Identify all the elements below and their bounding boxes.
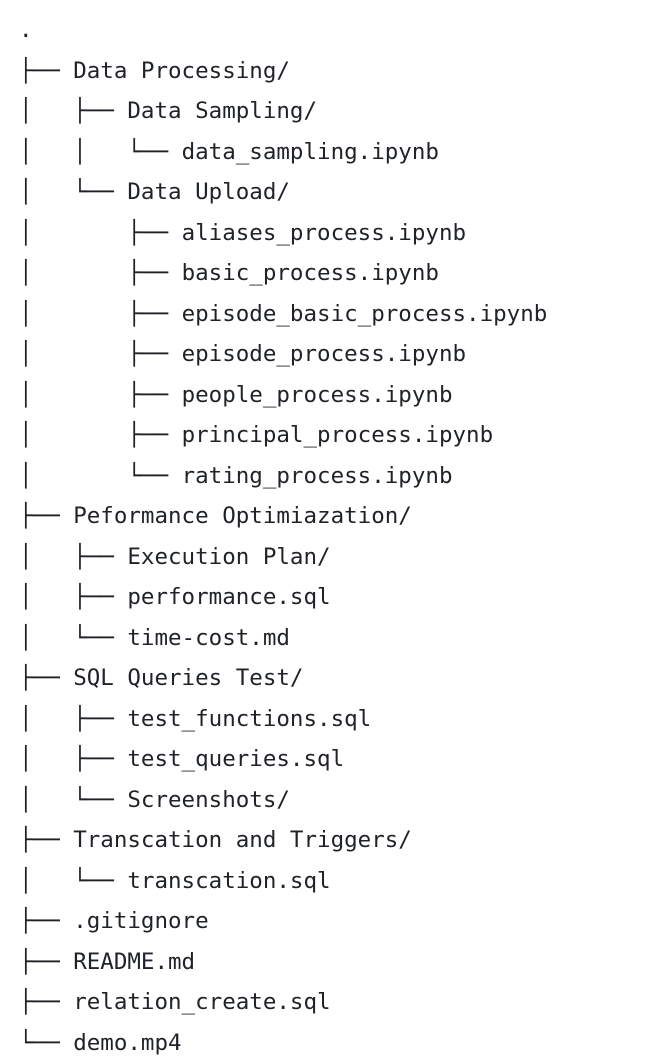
tree-guide: │ ├──	[19, 294, 182, 335]
tree-guide: │ └──	[19, 780, 127, 821]
folder-data-upload: Data Upload/	[127, 172, 290, 213]
tree-guide: │ ├──	[19, 739, 127, 780]
folder-data-processing: Data Processing/	[73, 51, 290, 92]
file-performance-sql: performance.sql	[127, 577, 330, 618]
tree-line: ├── Data Processing/	[0, 51, 646, 92]
tree-line: │ └── Screenshots/	[0, 780, 646, 821]
tree-line: └── demo.mp4	[0, 1023, 646, 1063]
file-readme-md: README.md	[73, 942, 195, 983]
tree-line: │ └── time-cost.md	[0, 618, 646, 659]
folder-screenshots: Screenshots/	[127, 780, 290, 821]
folder-execution-plan: Execution Plan/	[127, 537, 330, 578]
tree-line: │ ├── performance.sql	[0, 577, 646, 618]
tree-line: │ ├── test_queries.sql	[0, 739, 646, 780]
folder-performance-optimization: Peformance Optimiazation/	[73, 496, 412, 537]
file-gitignore: .gitignore	[73, 901, 208, 942]
folder-transaction-triggers: Transcation and Triggers/	[73, 820, 412, 861]
tree-line: ├── Peformance Optimiazation/	[0, 496, 646, 537]
tree-line: │ ├── principal_process.ipynb	[0, 415, 646, 456]
file-data-sampling-ipynb: data_sampling.ipynb	[182, 132, 439, 173]
tree-line: ├── README.md	[0, 942, 646, 983]
tree-guide: ├──	[19, 658, 73, 699]
tree-line: │ ├── episode_process.ipynb	[0, 334, 646, 375]
tree-guide: │ ├──	[19, 699, 127, 740]
file-rating-process: rating_process.ipynb	[182, 456, 453, 497]
tree-line: │ ├── Execution Plan/	[0, 537, 646, 578]
tree-line: │ └── transcation.sql	[0, 861, 646, 902]
tree-guide: │ ├──	[19, 415, 182, 456]
tree-guide: │ ├──	[19, 213, 182, 254]
tree-line: ├── Transcation and Triggers/	[0, 820, 646, 861]
file-test-queries-sql: test_queries.sql	[127, 739, 344, 780]
file-basic-process: basic_process.ipynb	[182, 253, 439, 294]
tree-guide: │ ├──	[19, 91, 127, 132]
tree-root: .	[0, 10, 646, 51]
tree-guide: └──	[19, 1023, 73, 1063]
tree-line: ├── relation_create.sql	[0, 982, 646, 1023]
file-principal-process: principal_process.ipynb	[182, 415, 494, 456]
folder-data-sampling: Data Sampling/	[127, 91, 317, 132]
tree-line: │ └── rating_process.ipynb	[0, 456, 646, 497]
tree-guide: ├──	[19, 820, 73, 861]
tree-line: │ ├── Data Sampling/	[0, 91, 646, 132]
tree-guide: ├──	[19, 51, 73, 92]
tree-guide: ├──	[19, 901, 73, 942]
file-episode-process: episode_process.ipynb	[182, 334, 466, 375]
file-aliases-process: aliases_process.ipynb	[182, 213, 466, 254]
folder-sql-queries-test: SQL Queries Test/	[73, 658, 303, 699]
tree-guide: │ ├──	[19, 253, 182, 294]
tree-guide: │ ├──	[19, 375, 182, 416]
directory-tree: . ├── Data Processing/ │ ├── Data Sampli…	[0, 0, 646, 1056]
tree-guide: │ ├──	[19, 537, 127, 578]
file-transcation-sql: transcation.sql	[127, 861, 330, 902]
file-episode-basic-process: episode_basic_process.ipynb	[182, 294, 548, 335]
tree-guide: │ │ └──	[19, 132, 182, 173]
tree-line: │ ├── aliases_process.ipynb	[0, 213, 646, 254]
tree-line: ├── SQL Queries Test/	[0, 658, 646, 699]
tree-line: │ ├── basic_process.ipynb	[0, 253, 646, 294]
tree-guide: │ ├──	[19, 334, 182, 375]
file-test-functions-sql: test_functions.sql	[127, 699, 371, 740]
tree-line: │ ├── episode_basic_process.ipynb	[0, 294, 646, 335]
file-demo-mp4: demo.mp4	[73, 1023, 181, 1063]
file-relation-create-sql: relation_create.sql	[73, 982, 330, 1023]
tree-guide: │ ├──	[19, 577, 127, 618]
tree-guide: ├──	[19, 982, 73, 1023]
tree-line: │ ├── test_functions.sql	[0, 699, 646, 740]
tree-guide: │ └──	[19, 456, 182, 497]
tree-line: │ └── Data Upload/	[0, 172, 646, 213]
tree-entry-root: .	[19, 10, 33, 51]
tree-guide: │ └──	[19, 861, 127, 902]
tree-line: ├── .gitignore	[0, 901, 646, 942]
tree-guide: ├──	[19, 496, 73, 537]
tree-guide: ├──	[19, 942, 73, 983]
tree-line: │ ├── people_process.ipynb	[0, 375, 646, 416]
tree-line: │ │ └── data_sampling.ipynb	[0, 132, 646, 173]
file-people-process: people_process.ipynb	[182, 375, 453, 416]
file-time-cost-md: time-cost.md	[127, 618, 290, 659]
tree-guide: │ └──	[19, 172, 127, 213]
tree-guide: │ └──	[19, 618, 127, 659]
